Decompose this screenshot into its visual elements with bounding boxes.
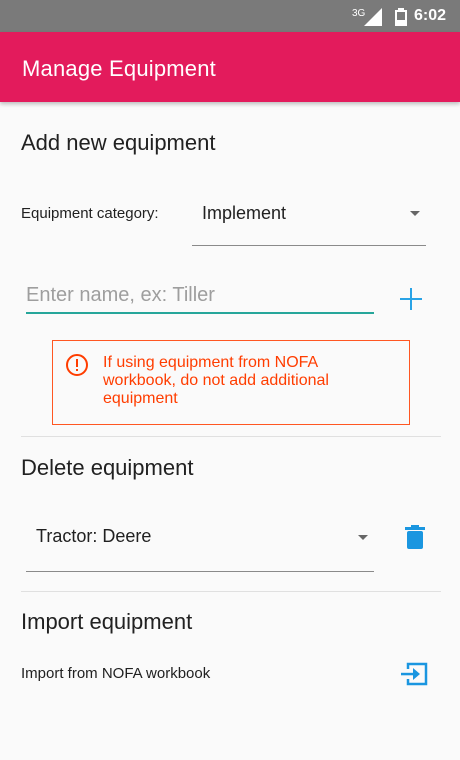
clock: 6:02	[414, 7, 447, 24]
category-spinner[interactable]: Implement	[192, 196, 426, 246]
status-bar: 3G 6:02	[0, 0, 460, 32]
warning-text: If using equipment from NOFA workbook, d…	[103, 354, 329, 407]
plus-icon[interactable]	[398, 286, 424, 312]
delete-section-title: Delete equipment	[21, 455, 194, 480]
error-circle-icon	[66, 354, 88, 376]
page-title: Manage Equipment	[22, 56, 216, 81]
divider	[21, 591, 441, 592]
battery-icon	[395, 8, 407, 26]
app-bar: Manage Equipment	[0, 32, 460, 102]
chevron-down-icon	[410, 211, 420, 216]
equipment-name-input[interactable]	[26, 278, 374, 314]
trash-icon[interactable]	[404, 524, 426, 550]
divider	[21, 436, 441, 437]
import-icon[interactable]	[398, 660, 430, 688]
category-label: Equipment category:	[21, 205, 159, 222]
category-value: Implement	[202, 203, 287, 223]
chevron-down-icon	[358, 535, 368, 540]
delete-selected-value: Tractor: Deere	[36, 526, 152, 546]
network-type: 3G	[352, 8, 366, 19]
add-section-title: Add new equipment	[21, 130, 216, 155]
delete-spinner[interactable]: Tractor: Deere	[26, 518, 374, 572]
signal-icon: 3G	[352, 8, 382, 26]
warning-box: If using equipment from NOFA workbook, d…	[52, 340, 410, 425]
import-section-title: Import equipment	[21, 609, 193, 634]
import-label[interactable]: Import from NOFA workbook	[21, 665, 210, 682]
